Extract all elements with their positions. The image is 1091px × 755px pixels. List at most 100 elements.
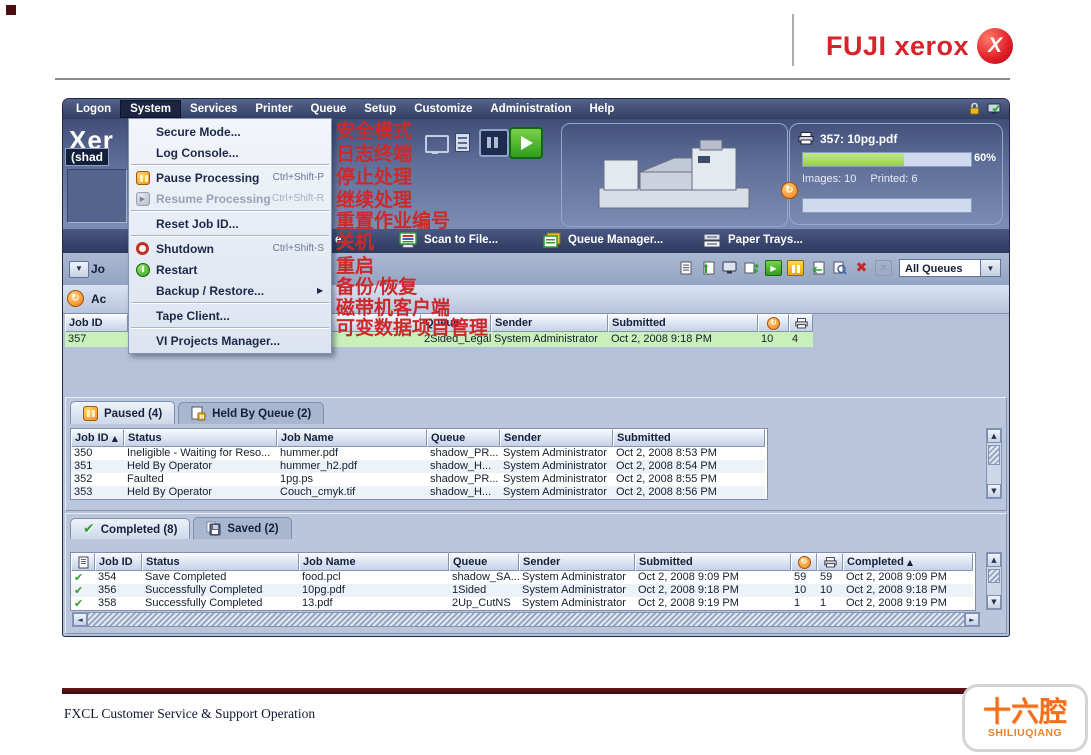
delete-job-icon[interactable]: ✕	[875, 260, 892, 276]
hold-job-icon[interactable]	[787, 260, 804, 276]
menubar-item-printer[interactable]: Printer	[246, 100, 301, 118]
preview-job-icon[interactable]	[831, 260, 848, 276]
table-row[interactable]: ✔ 358 Successfully Completed 13.pdf 2Up_…	[71, 597, 975, 610]
cell-completed: Oct 2, 2008 9:19 PM	[843, 597, 973, 610]
tab-saved[interactable]: Saved (2)	[193, 517, 291, 539]
column-header-submitted[interactable]: Submitted	[613, 429, 765, 447]
menu-item-vi-projects-manager[interactable]: VI Projects Manager...	[129, 330, 331, 351]
cell-status: Faulted	[124, 473, 277, 486]
menu-item-pause-processing[interactable]: Pause Processing Ctrl+Shift-P	[129, 167, 331, 188]
menu-item-shutdown[interactable]: Shutdown Ctrl+Shift-S	[129, 238, 331, 259]
column-header-queue[interactable]: Queue	[449, 553, 519, 571]
scan-to-file-button[interactable]: Scan to File...	[399, 232, 498, 248]
queue-manager-button[interactable]: Queue Manager...	[543, 232, 663, 248]
paper-trays-button[interactable]: Paper Trays...	[703, 232, 803, 248]
table-row[interactable]: 352 Faulted 1pg.ps shadow_PR... System A…	[71, 473, 767, 486]
column-header-printed-icon[interactable]	[789, 314, 813, 332]
printer-illustration	[574, 130, 774, 220]
completed-vertical-scrollbar[interactable]: ▲ ▼	[986, 552, 1002, 610]
scroll-left-button[interactable]: ◄	[73, 613, 87, 626]
table-row[interactable]: ✔ 354 Save Completed food.pcl shadow_SA.…	[71, 571, 975, 584]
queue-filter-value[interactable]: All Queues	[899, 259, 981, 277]
list-view-icon[interactable]	[455, 133, 470, 152]
menu-item-secure-mode[interactable]: Secure Mode...	[129, 121, 331, 142]
scroll-down-button[interactable]: ▼	[987, 595, 1001, 609]
menubar-item-logon[interactable]: Logon	[67, 100, 120, 118]
menubar-item-customize[interactable]: Customize	[405, 100, 481, 118]
tab-completed[interactable]: ✔ Completed (8)	[70, 518, 190, 539]
job-properties-icon[interactable]	[677, 260, 694, 276]
tab-held-by-queue[interactable]: Held By Queue (2)	[178, 402, 324, 424]
column-header-completed[interactable]: Completed ▲	[843, 553, 973, 571]
menubar-item-services[interactable]: Services	[181, 100, 246, 118]
annotation-pause-processing: 停止处理	[336, 167, 412, 188]
column-header-job-icon[interactable]	[71, 553, 95, 571]
release-job-icon[interactable]: ▶	[765, 260, 782, 276]
column-header-sender[interactable]: Sender	[519, 553, 635, 571]
menubar-item-setup[interactable]: Setup	[355, 100, 405, 118]
menu-item-log-console[interactable]: Log Console...	[129, 142, 331, 163]
completed-panel: ✔ Completed (8) Saved (2) Job ID Status …	[65, 513, 1007, 634]
column-header-queue[interactable]: Queue	[427, 429, 500, 447]
scroll-up-button[interactable]: ▲	[987, 429, 1001, 443]
column-header-submitted[interactable]: Submitted	[608, 314, 758, 332]
table-row[interactable]: 351 Held By Operator hummer_h2.pdf shado…	[71, 460, 767, 473]
scroll-thumb[interactable]	[988, 445, 1000, 465]
table-row[interactable]: 353 Held By Operator Couch_cmyk.tif shad…	[71, 486, 767, 499]
paused-vertical-scrollbar[interactable]: ▲ ▼	[986, 428, 1002, 499]
column-header-job-name[interactable]: Job Name	[277, 429, 427, 447]
collapse-section-button[interactable]: ▼	[69, 261, 89, 278]
menu-item-tape-client[interactable]: Tape Client...	[129, 305, 331, 326]
scroll-thumb[interactable]	[988, 569, 1000, 583]
column-header-sender[interactable]: Sender	[500, 429, 613, 447]
menubar-item-system[interactable]: System	[120, 100, 181, 118]
scroll-track[interactable]	[987, 567, 1001, 595]
column-header-status[interactable]: Status	[142, 553, 299, 571]
menu-item-restart[interactable]: Restart	[129, 259, 331, 280]
column-header-job-id[interactable]: Job ID	[65, 314, 128, 332]
column-header-images-icon[interactable]: ↻	[791, 553, 817, 571]
tab-paused[interactable]: Paused (4)	[70, 401, 175, 424]
cell-images: 1	[791, 597, 817, 610]
column-header-job-id[interactable]: Job ID ▲	[71, 429, 124, 447]
menubar-item-queue[interactable]: Queue	[301, 100, 355, 118]
current-job-title: 357: 10pg.pdf	[820, 132, 897, 146]
resume-printer-button[interactable]	[509, 127, 543, 159]
column-header-job-id[interactable]: Job ID	[95, 553, 142, 571]
cell-submitted: Oct 2, 2008 8:53 PM	[613, 447, 765, 460]
cancel-job-icon[interactable]: ✖	[853, 260, 870, 276]
queue-filter-dropdown-button[interactable]: ▼	[981, 259, 1001, 277]
menubar-item-help[interactable]: Help	[581, 100, 624, 118]
menu-item-backup-restore[interactable]: Backup / Restore... ▶	[129, 280, 331, 301]
column-header-status[interactable]: Status	[124, 429, 277, 447]
scroll-down-button[interactable]: ▼	[987, 484, 1001, 498]
column-header-submitted[interactable]: Submitted	[635, 553, 791, 571]
table-row[interactable]: 350 Ineligible - Waiting for Reso... hum…	[71, 447, 767, 460]
scroll-thumb[interactable]	[87, 613, 965, 626]
cell-job-id: 353	[71, 486, 124, 499]
queue-manager-icon	[543, 232, 561, 248]
menu-separator	[131, 302, 329, 304]
proof-job-icon[interactable]	[721, 260, 738, 276]
promote-job-icon[interactable]	[699, 260, 716, 276]
column-header-job-name[interactable]: Job Name	[299, 553, 449, 571]
cell-sender: System Administrator	[519, 571, 635, 584]
monitor-view-icon[interactable]	[425, 135, 449, 153]
table-row[interactable]: ✔ 356 Successfully Completed 10pg.pdf 1S…	[71, 584, 975, 597]
menubar-item-administration[interactable]: Administration	[481, 100, 580, 118]
cell-queue: shadow_PR...	[427, 473, 500, 486]
column-header-printed-icon[interactable]	[817, 553, 843, 571]
restart-icon	[136, 263, 150, 277]
column-header-sender[interactable]: Sender	[491, 314, 608, 332]
move-job-icon[interactable]	[743, 260, 760, 276]
scroll-up-button[interactable]: ▲	[987, 553, 1001, 567]
column-header-images-icon[interactable]: ↻	[758, 314, 789, 332]
scroll-right-button[interactable]: ►	[965, 613, 979, 626]
completed-horizontal-scrollbar[interactable]: ◄ ►	[72, 612, 980, 627]
menu-item-reset-job-id[interactable]: Reset Job ID...	[129, 213, 331, 234]
return-job-icon[interactable]	[809, 260, 826, 276]
pause-printer-button[interactable]	[479, 129, 509, 157]
lock-icon	[969, 102, 980, 115]
cell-submitted: Oct 2, 2008 9:19 PM	[635, 597, 791, 610]
scroll-track[interactable]	[987, 443, 1001, 484]
